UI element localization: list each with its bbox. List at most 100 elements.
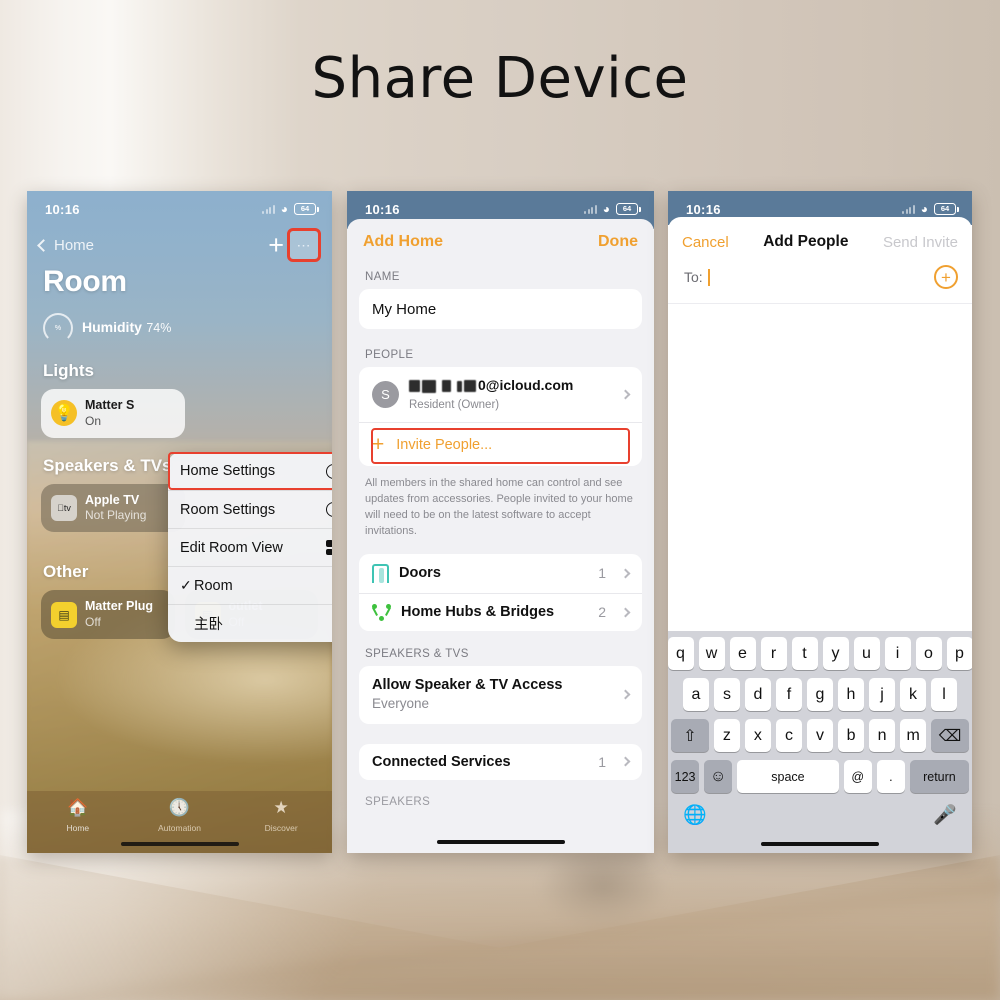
shift-key[interactable]: ⇧ — [671, 719, 709, 752]
status-time: 10:16 — [365, 201, 400, 217]
key-i[interactable]: i — [884, 637, 911, 670]
chevron-right-icon — [620, 689, 631, 700]
status-time: 10:16 — [45, 201, 80, 217]
phone3-status-bar: 10:16 ◕ 64 — [668, 191, 972, 227]
phone-screenshot-add-people: 10:16 ◕ 64 Cancel Add People Send Invite… — [668, 191, 972, 853]
key-m[interactable]: m — [900, 719, 927, 752]
row-count: 2 — [598, 604, 606, 621]
plus-icon[interactable]: + — [268, 231, 284, 259]
wifi-icon: ◕ — [920, 202, 928, 216]
row-count: 1 — [598, 565, 606, 582]
plus-circle-icon[interactable]: + — [934, 265, 958, 289]
backspace-key[interactable]: ⌫ — [931, 719, 969, 752]
people-card: S 0@icloud.com Resident (Owner) + Invite… — [359, 367, 642, 466]
home-name-value: My Home — [372, 300, 437, 318]
menu-item-label: 主卧 — [194, 617, 223, 633]
key-o[interactable]: o — [915, 637, 942, 670]
key-k[interactable]: k — [900, 678, 926, 711]
key-u[interactable]: u — [853, 637, 880, 670]
accessory-tile-matter-s[interactable]: 💡 Matter S On — [41, 389, 185, 438]
menu-item-room[interactable]: ✓ Room — [168, 566, 332, 604]
key-g[interactable]: g — [807, 678, 833, 711]
at-key[interactable]: @ — [843, 760, 872, 793]
globe-icon[interactable]: 🌐 — [683, 803, 707, 827]
on-screen-keyboard[interactable]: q w e r t y u i o p a s d f g h j k l ⇧ … — [668, 631, 972, 853]
accessory-state: On — [85, 413, 102, 428]
signal-icon — [584, 204, 597, 214]
key-b[interactable]: b — [838, 719, 865, 752]
humidity-widget[interactable]: % Humidity 74% — [27, 299, 332, 343]
group-label-speakers: SPEAKERS & TVS — [365, 647, 469, 660]
key-s[interactable]: s — [714, 678, 740, 711]
row-speaker-access[interactable]: Allow Speaker & TV Access Everyone — [359, 666, 642, 724]
key-p[interactable]: p — [946, 637, 972, 670]
to-field-row[interactable]: To: + — [668, 251, 972, 304]
numbers-key[interactable]: 123 — [671, 760, 700, 793]
section-header-lights: Lights — [43, 361, 94, 380]
send-invite-button[interactable]: Send Invite — [883, 234, 958, 251]
microphone-icon[interactable]: 🎤 — [933, 803, 957, 827]
key-z[interactable]: z — [713, 719, 740, 752]
key-h[interactable]: h — [838, 678, 864, 711]
key-c[interactable]: c — [775, 719, 802, 752]
key-t[interactable]: t — [791, 637, 818, 670]
signal-icon — [902, 204, 915, 214]
tab-label: Home — [66, 822, 90, 833]
to-label: To: — [684, 269, 703, 285]
tab-automation[interactable]: 🕔 Automation — [129, 798, 231, 836]
humidity-label: Humidity — [82, 319, 142, 335]
key-n[interactable]: n — [869, 719, 896, 752]
row-label: Allow Speaker & TV Access — [372, 676, 563, 693]
accessory-name: Matter S — [85, 398, 135, 412]
tab-discover[interactable]: ★ Discover — [230, 798, 332, 836]
period-key[interactable]: . — [876, 760, 905, 793]
menu-item-label: Room Settings — [180, 501, 276, 518]
key-y[interactable]: y — [822, 637, 849, 670]
key-f[interactable]: f — [776, 678, 802, 711]
clock-icon: 🕔 — [168, 798, 191, 817]
ellipsis-circle-icon[interactable]: ⋯ — [287, 228, 321, 262]
emoji-key[interactable]: ☺ — [704, 760, 733, 793]
phone-screenshot-add-home: 10:16 ◕ 64 Add Home Done NAME My Home PE… — [347, 191, 654, 853]
menu-item-room-settings[interactable]: Room Settings — [168, 490, 332, 528]
hub-icon — [372, 603, 391, 621]
battery-icon: 64 — [616, 203, 641, 215]
space-key[interactable]: space — [737, 760, 839, 793]
key-d[interactable]: d — [745, 678, 771, 711]
key-q[interactable]: q — [668, 637, 694, 670]
speaker-access-card: Allow Speaker & TV Access Everyone — [359, 665, 642, 724]
menu-item-edit-room-view[interactable]: Edit Room View — [168, 528, 332, 566]
home-indicator — [761, 842, 879, 846]
row-connected-services[interactable]: Connected Services 1 — [359, 744, 642, 780]
key-a[interactable]: a — [683, 678, 709, 711]
key-w[interactable]: w — [698, 637, 725, 670]
wifi-icon: ◕ — [280, 202, 288, 216]
lightbulb-icon: 💡 — [51, 400, 77, 427]
key-x[interactable]: x — [744, 719, 771, 752]
person-row[interactable]: S 0@icloud.com Resident (Owner) — [359, 367, 642, 422]
person-role: Resident (Owner) — [409, 399, 500, 411]
return-key[interactable]: return — [909, 760, 969, 793]
done-button[interactable]: Done — [598, 233, 638, 251]
menu-item-bedroom[interactable]: 主卧 — [168, 604, 332, 642]
key-j[interactable]: j — [869, 678, 895, 711]
chevron-right-icon — [620, 756, 631, 767]
key-v[interactable]: v — [806, 719, 834, 752]
accessory-tile-matter-plug[interactable]: ▤ Matter Plug Off — [41, 590, 175, 639]
accessory-tile-apple-tv[interactable]: tv Apple TV Not Playing — [41, 483, 185, 533]
cancel-button[interactable]: Cancel — [682, 234, 729, 251]
add-home-button[interactable]: Add Home — [363, 233, 443, 251]
key-r[interactable]: r — [760, 637, 787, 670]
key-l[interactable]: l — [931, 678, 957, 711]
menu-item-label: Edit Room View — [180, 539, 283, 556]
row-home-hubs[interactable]: Home Hubs & Bridges 2 — [359, 592, 642, 631]
key-e[interactable]: e — [729, 637, 756, 670]
back-button[interactable]: Home — [37, 236, 95, 254]
keyboard-row-1: q w e r t y u i o p — [668, 637, 972, 670]
accessory-state: Off — [85, 614, 101, 629]
back-label: Home — [54, 236, 95, 254]
row-doors[interactable]: Doors 1 — [359, 554, 642, 593]
home-name-field[interactable]: My Home — [359, 289, 642, 329]
row-value: Everyone — [372, 696, 430, 712]
tab-home[interactable]: 🏠 Home — [27, 798, 129, 836]
